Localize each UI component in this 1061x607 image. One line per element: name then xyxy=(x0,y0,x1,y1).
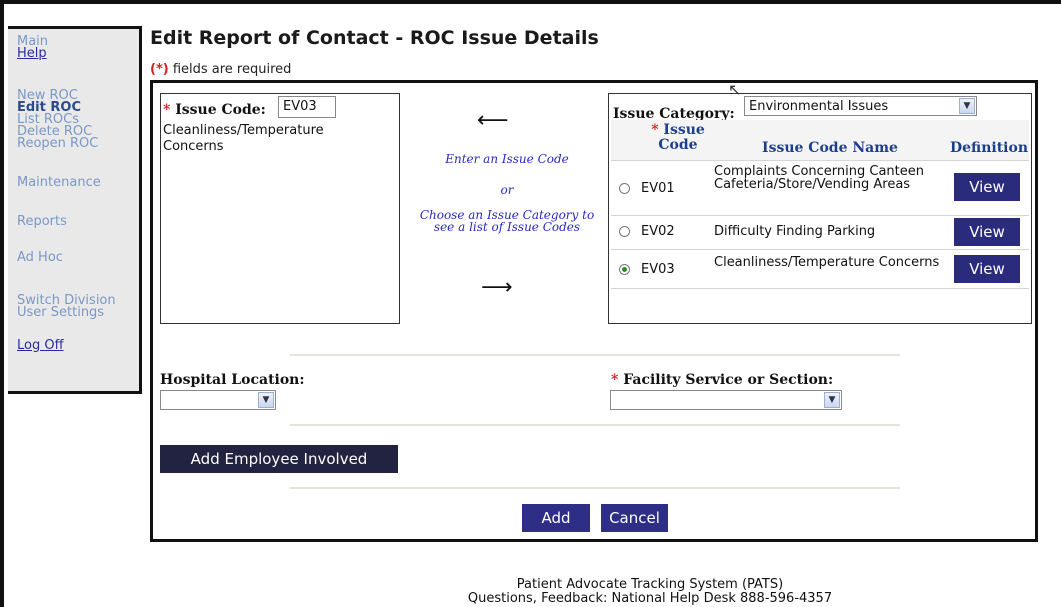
window-frame-left xyxy=(0,0,4,607)
facility-service-label-text: Facility Service or Section: xyxy=(623,372,834,388)
required-note: (*) fields are required xyxy=(150,62,291,77)
hospital-location-label: Hospital Location: xyxy=(160,372,305,388)
issue-row-code: EV03 xyxy=(641,262,675,277)
view-definition-button[interactable]: View xyxy=(954,255,1020,283)
issue-row-code: EV01 xyxy=(641,181,675,196)
facility-service-label: * Facility Service or Section: xyxy=(611,372,833,388)
cancel-button[interactable]: Cancel xyxy=(601,504,668,532)
sidebar-item-log-off[interactable]: Log Off xyxy=(17,339,64,352)
sidebar-nav: Main Help New ROC Edit ROC List ROCs Del… xyxy=(8,26,142,394)
mouse-cursor-icon: ↖ xyxy=(728,80,742,99)
chevron-down-icon[interactable]: ▼ xyxy=(258,392,274,408)
header-issue-code: * Issue Code xyxy=(645,123,711,153)
sidebar-item-user-settings[interactable]: User Settings xyxy=(17,306,104,319)
issue-category-select[interactable]: Environmental Issues ▼ xyxy=(744,96,977,116)
facility-service-select[interactable]: ▼ xyxy=(610,390,842,410)
sidebar-item-ad-hoc[interactable]: Ad Hoc xyxy=(17,251,63,264)
add-button[interactable]: Add xyxy=(522,504,590,532)
footer-help-desk: Questions, Feedback: National Help Desk … xyxy=(467,591,833,606)
row-divider xyxy=(611,288,1029,289)
required-star: (*) xyxy=(150,62,169,77)
arrow-left-icon: ⟵ xyxy=(477,108,509,133)
issue-row-radio-ev02[interactable] xyxy=(619,226,630,237)
chevron-down-icon[interactable]: ▼ xyxy=(959,98,975,114)
header-issue-code-text: Issue Code xyxy=(658,122,705,153)
footer-system-name: Patient Advocate Tracking System (PATS) xyxy=(516,577,784,592)
window-frame-top xyxy=(0,0,1061,4)
row-divider xyxy=(611,160,1029,161)
issue-row-code: EV02 xyxy=(641,224,675,239)
sidebar-item-reports[interactable]: Reports xyxy=(17,215,67,228)
required-note-text: fields are required xyxy=(168,62,292,77)
chevron-down-icon[interactable]: ▼ xyxy=(824,392,840,408)
issue-row-name: Difficulty Finding Parking xyxy=(714,224,876,239)
sidebar-item-help[interactable]: Help xyxy=(17,47,47,60)
view-definition-button[interactable]: View xyxy=(954,173,1020,201)
sidebar-item-maintenance[interactable]: Maintenance xyxy=(17,176,101,189)
hint-choose-category: Choose an Issue Category to see a list o… xyxy=(419,208,595,234)
footer: Patient Advocate Tracking System (PATS) … xyxy=(380,578,920,606)
sidebar-item-reopen-roc[interactable]: Reopen ROC xyxy=(17,137,98,150)
section-divider xyxy=(290,487,900,489)
page-title: Edit Report of Contact - ROC Issue Detai… xyxy=(150,27,599,49)
arrow-right-icon: ⟶ xyxy=(481,275,513,300)
header-required-star: * xyxy=(651,122,659,138)
hint-or: or xyxy=(500,183,514,197)
issue-code-label: * Issue Code: xyxy=(163,102,266,118)
issue-code-label-text: Issue Code: xyxy=(175,102,266,118)
header-definition: Definition xyxy=(949,140,1029,156)
section-divider xyxy=(290,354,900,356)
add-employee-button[interactable]: Add Employee Involved xyxy=(160,445,398,473)
section-divider xyxy=(290,424,900,426)
issue-row-radio-ev03[interactable] xyxy=(619,264,630,275)
header-issue-code-name: Issue Code Name xyxy=(762,140,898,156)
issue-code-description: Cleanliness/Temperature Concerns xyxy=(163,123,324,154)
issue-category-selected: Environmental Issues xyxy=(749,99,889,114)
issue-row-name: Complaints Concerning Canteen Cafeteria/… xyxy=(714,164,924,192)
issue-code-required-star: * xyxy=(163,102,171,118)
issue-code-input[interactable]: EV03 xyxy=(278,96,336,118)
row-divider xyxy=(611,215,1029,216)
view-definition-button[interactable]: View xyxy=(954,218,1020,246)
hospital-location-select[interactable]: ▼ xyxy=(160,390,276,410)
hint-enter-code: Enter an Issue Code xyxy=(445,152,569,166)
facility-required-star: * xyxy=(611,372,619,388)
row-divider xyxy=(611,249,1029,250)
issue-row-radio-ev01[interactable] xyxy=(619,183,630,194)
issue-row-name: Cleanliness/Temperature Concerns xyxy=(714,255,940,270)
